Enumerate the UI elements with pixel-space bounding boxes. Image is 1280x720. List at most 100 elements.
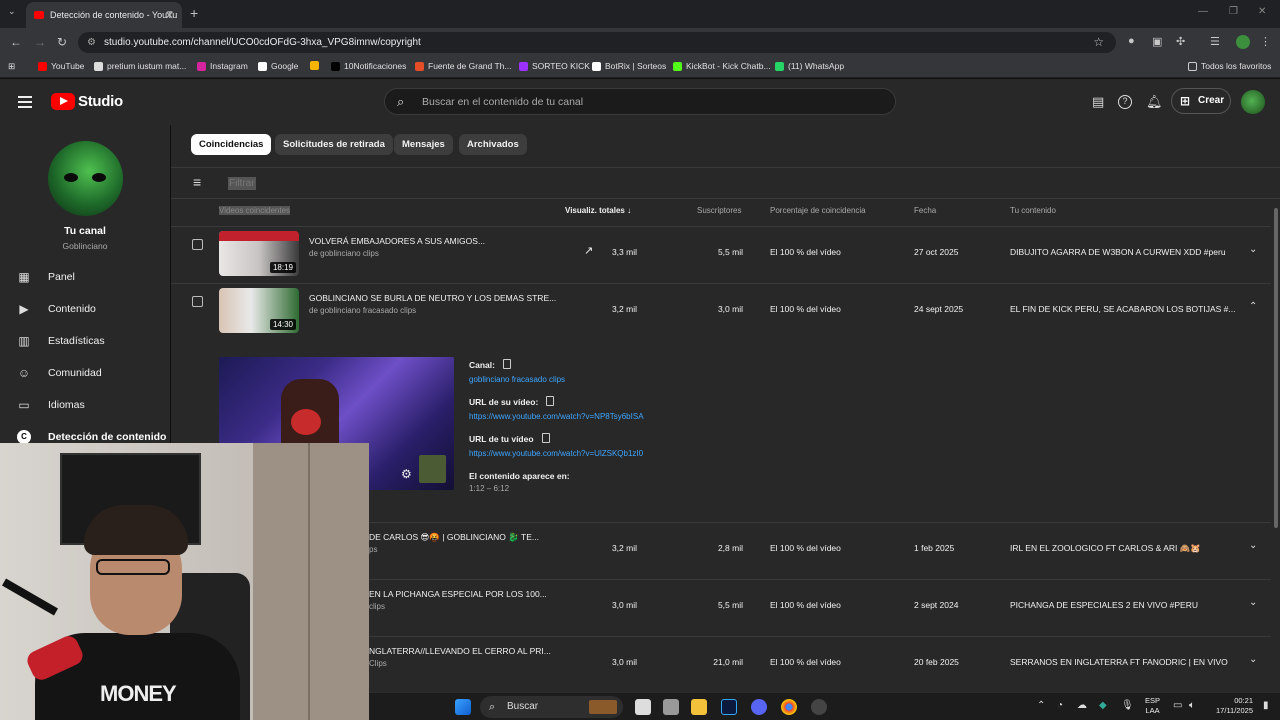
tab-archivados[interactable]: Archivados xyxy=(459,134,527,155)
app-icon[interactable] xyxy=(663,699,679,715)
obs-icon[interactable] xyxy=(811,699,827,715)
expand-chevron-down-icon[interactable]: ⌄ xyxy=(1249,244,1257,255)
start-windows-icon[interactable] xyxy=(455,699,471,715)
browser-tab-active[interactable]: Detección de contenido - YouTu ✕ xyxy=(26,2,182,28)
bookmark-item[interactable]: YouTube xyxy=(38,61,84,71)
maximize-icon[interactable]: ❐ xyxy=(1229,6,1238,17)
video-title[interactable]: EN LA PICHANGA ESPECIAL POR LOS 100... xyxy=(369,589,547,599)
extension-icon[interactable]: ▣ xyxy=(1152,35,1162,48)
minimize-icon[interactable]: — xyxy=(1198,6,1208,17)
column-header-your-content[interactable]: Tu contenido xyxy=(1010,206,1056,215)
reload-icon[interactable]: ↻ xyxy=(57,35,67,49)
tray-app-icon[interactable]: ◆ xyxy=(1099,700,1107,711)
tray-chevron-up-icon[interactable]: ⌃ xyxy=(1037,700,1045,711)
sidebar-item-panel[interactable]: ▦ Panel xyxy=(0,263,170,291)
tab-solicitudes[interactable]: Solicitudes de retirada xyxy=(275,134,393,155)
bookmark-item[interactable] xyxy=(310,61,323,70)
bookmark-item[interactable]: Google xyxy=(258,61,298,71)
expand-chevron-down-icon[interactable]: ⌄ xyxy=(1249,597,1257,608)
your-content-value[interactable]: EL FIN DE KICK PERU, SE ACABARON LOS BOT… xyxy=(1010,304,1235,314)
video-title[interactable]: VOLVERÁ EMBAJADORES A SUS AMIGOS... xyxy=(309,236,485,246)
menu-hamburger-icon[interactable] xyxy=(18,96,32,108)
column-header-subs[interactable]: Suscriptores xyxy=(697,206,741,215)
settings-gear-icon[interactable]: ⚙ xyxy=(401,467,412,481)
system-clock[interactable]: 00:21 17/11/2025 xyxy=(1209,696,1253,716)
comparison-thumbnail[interactable] xyxy=(419,455,446,483)
video-thumbnail[interactable]: 14:30 xyxy=(219,288,299,333)
column-header-match[interactable]: Porcentaje de coincidencia xyxy=(770,206,866,215)
bookmark-item[interactable]: (11) WhatsApp xyxy=(775,61,844,71)
notifications-icon[interactable]: ▮ xyxy=(1263,700,1269,711)
all-bookmarks[interactable]: Todos los favoritos xyxy=(1188,61,1271,71)
bookmark-item[interactable]: pretium iustum mat... xyxy=(94,61,186,71)
tray-icon[interactable]: ◔ xyxy=(1057,700,1063,711)
site-info-icon[interactable]: ⚙ xyxy=(87,32,96,53)
bookmark-star-icon[interactable]: ☆ xyxy=(1093,32,1104,53)
reading-list-icon[interactable]: ☰ xyxy=(1210,35,1220,48)
create-button[interactable]: ⊞ Crear xyxy=(1171,88,1231,114)
your-content-value[interactable]: IRL EN EL ZOOLOGICO FT CARLOS & ARI 🙈🐹 xyxy=(1010,543,1201,554)
channel-link[interactable]: goblinciano fracasado clips xyxy=(469,375,565,384)
account-avatar[interactable] xyxy=(1241,90,1265,114)
copy-icon[interactable] xyxy=(502,359,511,369)
task-view-icon[interactable] xyxy=(635,699,651,715)
close-tab-icon[interactable]: ✕ xyxy=(165,9,174,22)
collapse-chevron-up-icon[interactable]: ⌃ xyxy=(1249,301,1257,312)
back-icon[interactable]: ← xyxy=(10,35,22,49)
video-title[interactable]: NGLATERRA//LLEVANDO EL CERRO AL PRI... xyxy=(369,646,551,656)
tab-coincidencias[interactable]: Coincidencias xyxy=(191,134,272,155)
feedback-icon[interactable]: ▤ xyxy=(1092,94,1104,110)
column-header-views[interactable]: Visualiz. totales ↓ xyxy=(565,206,631,215)
close-window-icon[interactable]: ✕ xyxy=(1258,6,1266,17)
bookmark-item[interactable]: BotRix | Sorteos xyxy=(592,61,666,71)
bookmark-item[interactable]: Fuente de Grand Th... xyxy=(415,61,511,71)
your-content-value[interactable]: DIBUJITO AGARRA DE W3BON A CURWEN XDD #p… xyxy=(1010,247,1226,257)
volume-icon[interactable]: 🔈︎ xyxy=(1189,700,1195,711)
column-header-videos[interactable]: Videos coincidentes xyxy=(219,206,291,215)
row-checkbox[interactable] xyxy=(192,239,203,250)
notifications-bell-icon[interactable]: 🔔︎ xyxy=(1146,94,1163,110)
microphone-tray-icon[interactable]: 🎙︎ xyxy=(1121,700,1134,711)
bookmark-item[interactable]: SORTEO KICK xyxy=(519,61,590,71)
video-thumbnail[interactable]: 18:19 xyxy=(219,231,299,276)
tab-search-icon[interactable]: ⌄ xyxy=(8,6,16,17)
profile-avatar-icon[interactable] xyxy=(1236,35,1250,49)
search-input[interactable]: ⌕ Buscar en el contenido de tu canal xyxy=(384,88,896,115)
taskbar-search[interactable]: ⌕ Buscar xyxy=(480,696,623,718)
network-icon[interactable]: ▭ xyxy=(1173,700,1182,711)
video-title[interactable]: GOBLINCIANO SE BURLA DE NEUTRO Y LOS DEM… xyxy=(309,293,556,303)
channel-avatar[interactable] xyxy=(48,141,123,216)
extensions-puzzle-icon[interactable]: ✣ xyxy=(1176,35,1185,48)
your-content-value[interactable]: PICHANGA DE ESPECIALES 2 EN VIVO #PERU xyxy=(1010,600,1198,610)
video-title[interactable]: DE CARLOS 😎🤬 | GOBLINCIANO 🐉 TE... xyxy=(369,532,539,543)
column-header-date[interactable]: Fecha xyxy=(914,206,936,215)
help-icon[interactable]: ? xyxy=(1118,95,1132,109)
new-tab-icon[interactable]: + xyxy=(190,5,198,21)
table-row[interactable]: 18:19 VOLVERÁ EMBAJADORES A SUS AMIGOS..… xyxy=(171,226,1271,283)
language-indicator[interactable]: ESP LAA xyxy=(1145,696,1160,716)
apps-grid-icon[interactable]: ⊞ xyxy=(8,61,15,72)
sidebar-item-community[interactable]: ☺ Comunidad xyxy=(0,359,170,387)
photoshop-icon[interactable] xyxy=(721,699,737,715)
bookmark-item[interactable]: Instagram xyxy=(197,61,248,71)
your-url-link[interactable]: https://www.youtube.com/watch?v=UlZSKQb1… xyxy=(469,449,643,458)
discord-icon[interactable] xyxy=(751,699,767,715)
expand-chevron-down-icon[interactable]: ⌄ xyxy=(1249,540,1257,551)
menu-kebab-icon[interactable]: ⋮ xyxy=(1260,35,1271,48)
chrome-icon[interactable] xyxy=(781,699,797,715)
bookmark-item[interactable]: KickBot - Kick Chatb... xyxy=(673,61,771,71)
copy-icon[interactable] xyxy=(541,433,550,443)
copy-icon[interactable] xyxy=(546,396,555,406)
sidebar-item-analytics[interactable]: ▥ Estadísticas xyxy=(0,327,170,355)
studio-logo[interactable]: Studio xyxy=(51,93,123,110)
file-explorer-icon[interactable] xyxy=(691,699,707,715)
tab-mensajes[interactable]: Mensajes xyxy=(394,134,453,155)
address-bar[interactable]: ⚙ studio.youtube.com/channel/UCO0cdOFdG-… xyxy=(78,32,1116,53)
expand-chevron-down-icon[interactable]: ⌄ xyxy=(1249,654,1257,665)
their-url-link[interactable]: https://www.youtube.com/watch?v=NP8Tsy6b… xyxy=(469,412,644,421)
page-scrollbar[interactable] xyxy=(1274,208,1278,528)
extension-icon[interactable]: ● xyxy=(1128,35,1135,47)
filter-input[interactable]: Filtrar xyxy=(228,177,256,190)
row-checkbox[interactable] xyxy=(192,296,203,307)
table-row[interactable]: 14:30 GOBLINCIANO SE BURLA DE NEUTRO Y L… xyxy=(171,283,1271,340)
